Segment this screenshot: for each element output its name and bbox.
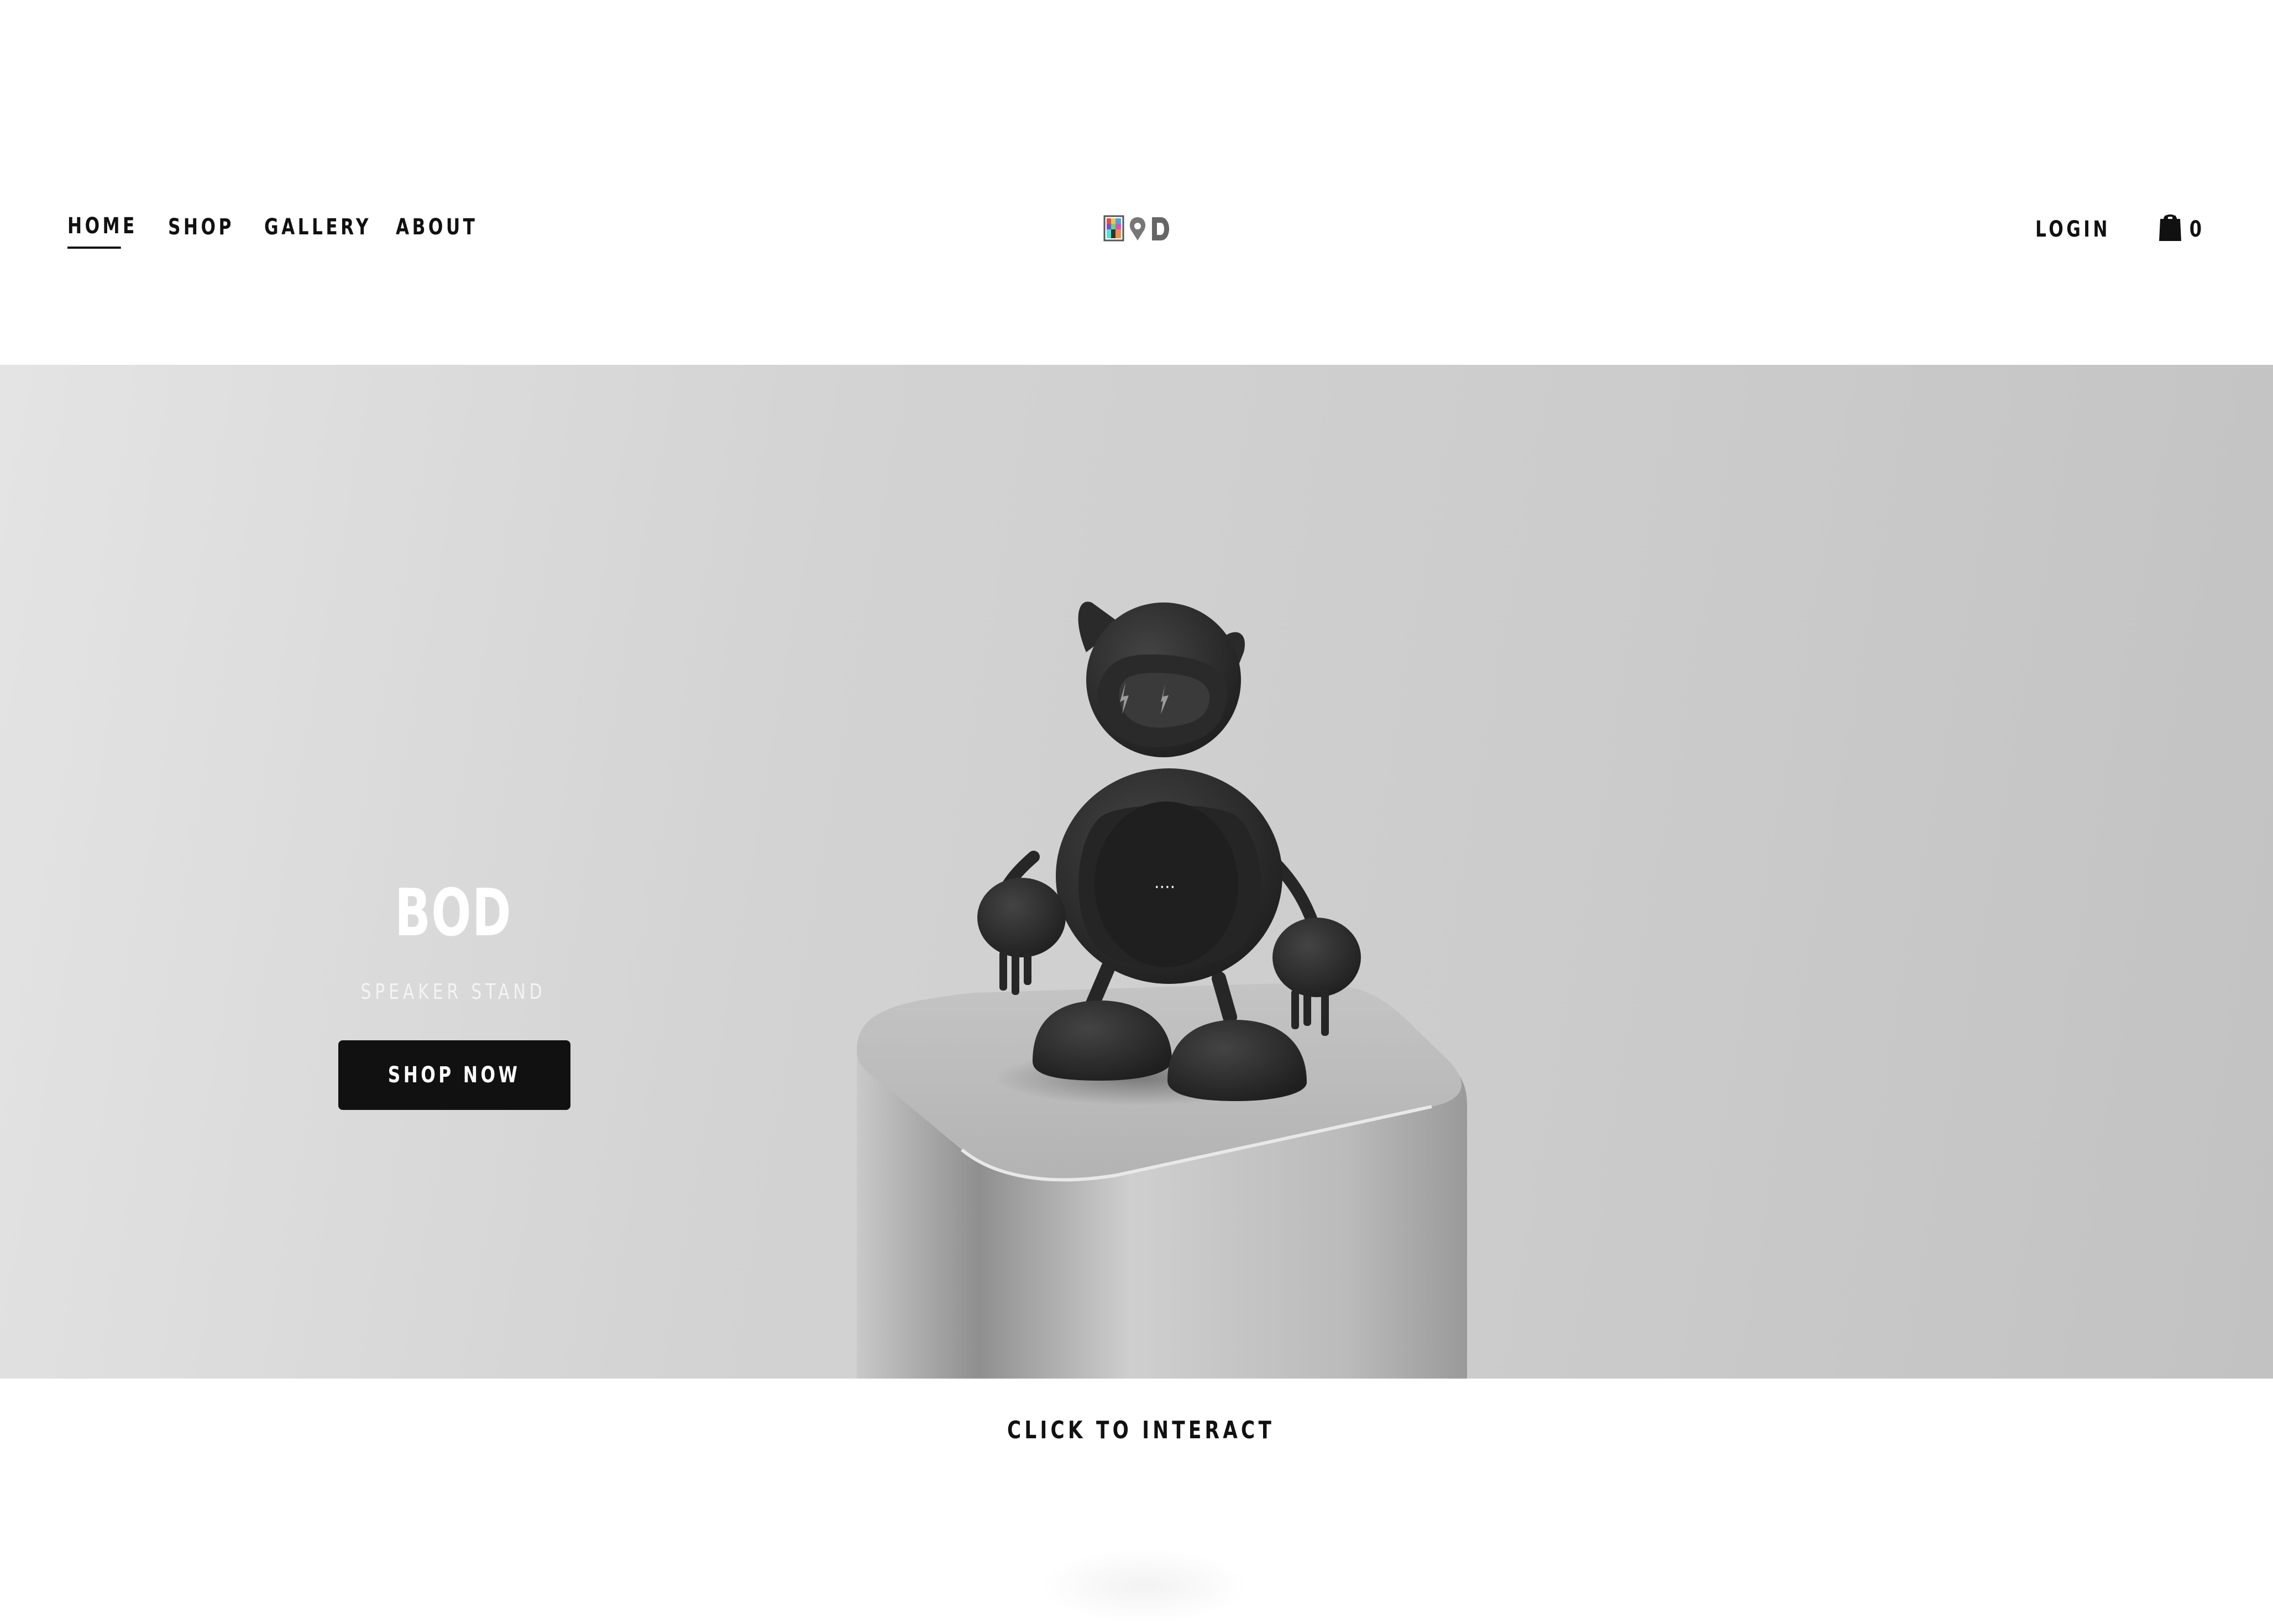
login-link[interactable]: LOGIN bbox=[2035, 217, 2110, 242]
speaker-screen-dots: ···· bbox=[1154, 878, 1175, 897]
shop-now-button[interactable]: SHOP NOW bbox=[338, 1040, 570, 1110]
hero-title: BOD bbox=[395, 874, 512, 951]
shop-now-label: SHOP NOW bbox=[388, 1062, 521, 1088]
main-nav: HOME SHOP GALLERY ABOUT bbox=[67, 213, 479, 249]
nav-about[interactable]: ABOUT bbox=[396, 214, 475, 248]
cart-count: 0 bbox=[2189, 216, 2202, 242]
bod-logo-icon[interactable] bbox=[1103, 213, 1175, 244]
site-header: HOME SHOP GALLERY ABOUT LOGIN 0 bbox=[0, 0, 2273, 365]
hero-section[interactable]: ···· BOD SPEAKER STAND SHOP NOW bbox=[0, 365, 2273, 1379]
bottom-shadow bbox=[1039, 1548, 1249, 1624]
click-to-interact-label[interactable]: CLICK TO INTERACT bbox=[1007, 1416, 1271, 1444]
cart-button[interactable]: 0 bbox=[2158, 213, 2203, 245]
shopping-bag-icon bbox=[2158, 213, 2182, 245]
nav-gallery[interactable]: GALLERY bbox=[264, 214, 369, 248]
nav-shop[interactable]: SHOP bbox=[168, 214, 231, 248]
hero-subtitle: SPEAKER STAND bbox=[360, 979, 546, 1004]
nav-home[interactable]: HOME bbox=[67, 213, 134, 249]
product-3d-scene[interactable]: ···· bbox=[0, 365, 2273, 1379]
